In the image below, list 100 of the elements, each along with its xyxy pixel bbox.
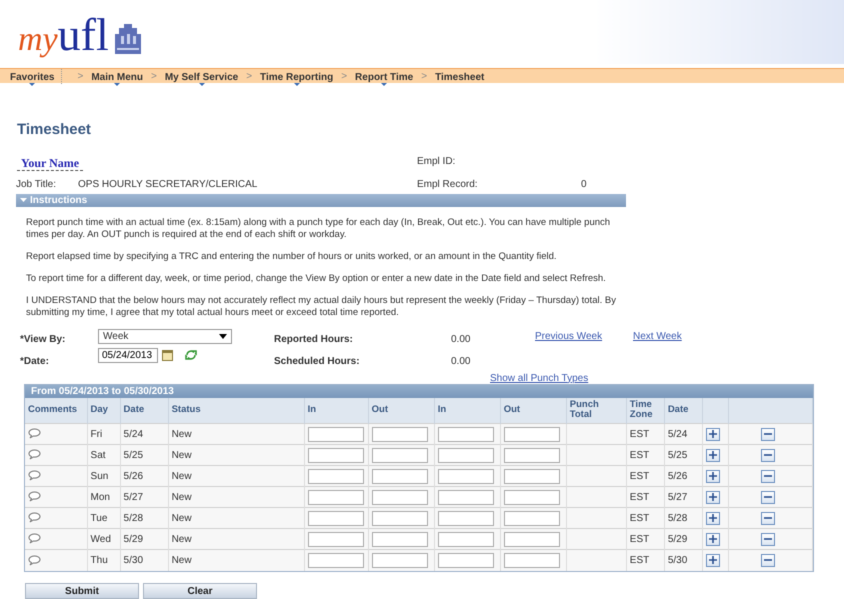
time-input-field[interactable]	[438, 468, 494, 484]
breadcrumb-link[interactable]: Report Time	[355, 68, 414, 84]
delete-row-button[interactable]	[760, 554, 775, 567]
column-header: Out	[368, 398, 434, 424]
time-input-field[interactable]	[438, 448, 494, 462]
employee-name: Your Name	[17, 156, 84, 170]
instruction-paragraph: I UNDERSTAND that the below hours may not accurately reflect my actual daily hours but represent the weekly (Friday – Thursday) total. By submitting my time, I agree that my total actual hours meet or exceed total time reported.	[26, 294, 617, 318]
table-cell: 5/25	[124, 450, 144, 460]
plus-icon	[708, 472, 717, 480]
breadcrumb-link[interactable]: Timesheet	[435, 68, 484, 84]
time-input-field[interactable]	[308, 552, 364, 568]
time-input-field[interactable]	[372, 468, 428, 484]
building-icon	[112, 22, 143, 54]
caret-icon	[294, 82, 300, 86]
instruction-paragraph: Report punch time with an actual time (ex. 8:15am) along with a punch type for each day (In, Break, Out etc.). You can have multiple punch times per day. An OUT punch is required at the end of each shift or workday.	[26, 216, 612, 240]
caret-icon	[381, 82, 388, 86]
calendar-icon[interactable]	[162, 350, 173, 360]
column-header: In	[434, 398, 500, 424]
delete-row-button[interactable]	[760, 428, 775, 440]
breadcrumb-link[interactable]: Favorites	[10, 68, 62, 84]
field-value: 0.00	[451, 354, 472, 368]
minus-icon	[764, 514, 772, 522]
time-input-field[interactable]	[308, 448, 364, 462]
time-input-field[interactable]	[438, 552, 494, 568]
time-input-field[interactable]	[372, 426, 428, 442]
time-input-field[interactable]	[504, 448, 560, 462]
table-cell: EST	[630, 492, 650, 502]
table-cell: Sat	[90, 450, 106, 460]
minus-icon	[764, 493, 772, 501]
page-title: Timesheet	[17, 120, 92, 140]
add-row-button[interactable]	[706, 470, 720, 482]
delete-row-button[interactable]	[760, 532, 775, 546]
table-cell: 5/28	[124, 512, 144, 524]
add-row-button[interactable]	[706, 490, 720, 504]
time-input-field[interactable]	[372, 552, 428, 568]
time-input-field[interactable]	[438, 532, 494, 546]
table-cell: Sun	[90, 470, 108, 482]
delete-row-button[interactable]	[760, 470, 775, 482]
table-cell: Tue	[90, 512, 108, 524]
breadcrumb-link[interactable]: Time Reporting	[260, 68, 334, 84]
table-cell: 5/26	[668, 470, 688, 482]
collapse-arrow-icon	[20, 197, 27, 203]
add-row-button[interactable]	[706, 428, 720, 440]
view-by-dropdown[interactable]: Week	[98, 328, 232, 344]
time-input-field[interactable]	[438, 510, 494, 526]
add-row-button[interactable]	[706, 512, 720, 524]
comment-icon[interactable]	[28, 554, 41, 566]
comment-icon[interactable]	[28, 491, 41, 502]
table-cell: 5/28	[668, 512, 688, 524]
comment-icon[interactable]	[28, 470, 41, 482]
time-input-field[interactable]	[504, 426, 560, 442]
table-cell: 5/24	[124, 428, 144, 440]
breadcrumb-link[interactable]: My Self Service	[164, 68, 238, 84]
time-input-field[interactable]	[308, 490, 364, 504]
table-cell: 5/26	[124, 470, 144, 482]
minus-icon	[764, 535, 772, 543]
table-cell: 5/30	[124, 554, 144, 566]
plus-icon	[708, 556, 717, 564]
add-row-button[interactable]	[706, 448, 720, 462]
comment-icon[interactable]	[28, 428, 41, 440]
breadcrumb-link[interactable]: Main Menu	[91, 68, 143, 84]
time-input-field[interactable]	[308, 532, 364, 546]
previous-week-link[interactable]: Previous Week	[535, 330, 602, 342]
table-cell: 5/30	[668, 554, 688, 566]
comment-icon[interactable]	[28, 533, 41, 544]
time-input-field[interactable]	[504, 510, 560, 526]
add-row-button[interactable]	[706, 532, 720, 546]
table-cell: Wed	[90, 534, 111, 544]
time-input-field[interactable]	[308, 510, 364, 526]
field-value: 0	[581, 178, 587, 192]
plus-icon	[708, 535, 717, 543]
show-all-punch-types-link[interactable]: Show all Punch Types	[490, 372, 588, 384]
time-input-field[interactable]	[504, 490, 560, 504]
delete-row-button[interactable]	[760, 490, 775, 504]
add-row-button[interactable]	[706, 554, 720, 567]
column-header: Day	[87, 398, 120, 424]
refresh-icon[interactable]	[185, 349, 197, 361]
time-input-field[interactable]	[504, 468, 560, 484]
time-input-field[interactable]	[438, 426, 494, 442]
time-input-field[interactable]	[372, 448, 428, 462]
table-cell: New	[172, 450, 192, 460]
time-input-field[interactable]	[372, 510, 428, 526]
next-week-link[interactable]: Next Week	[633, 330, 682, 342]
date-field[interactable]: 05/24/2013	[98, 348, 158, 362]
action-button[interactable]: Submit	[25, 582, 139, 598]
action-button[interactable]: Clear	[143, 582, 257, 598]
field-label: Empl ID:	[417, 154, 456, 168]
time-input-field[interactable]	[308, 426, 364, 442]
time-input-field[interactable]	[438, 490, 494, 504]
time-input-field[interactable]	[504, 532, 560, 546]
time-input-field[interactable]	[372, 532, 428, 546]
delete-row-button[interactable]	[760, 448, 775, 462]
field-value: OPS HOURLY SECRETARY/CLERICAL	[78, 178, 258, 192]
comment-icon[interactable]	[28, 449, 41, 460]
comment-icon[interactable]	[28, 512, 41, 524]
time-input-field[interactable]	[504, 552, 560, 568]
time-input-field[interactable]	[372, 490, 428, 504]
time-input-field[interactable]	[308, 468, 364, 484]
grid-title: From 05/24/2013 to 05/30/2013	[25, 384, 813, 398]
delete-row-button[interactable]	[760, 512, 775, 524]
